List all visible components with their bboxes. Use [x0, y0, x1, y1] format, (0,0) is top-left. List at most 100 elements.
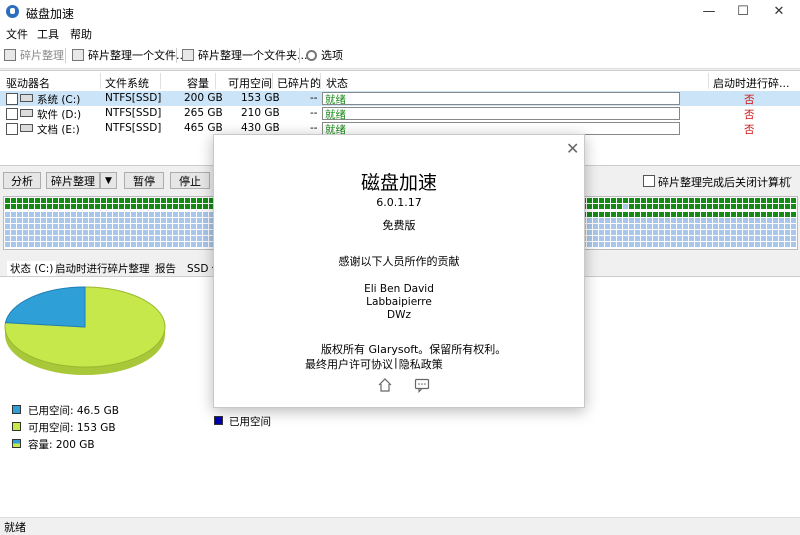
drive-row[interactable]: 系统 (C:) NTFS[SSD] 200 GB 153 GB -- 就绪 否 — [0, 91, 800, 106]
cluster-block — [53, 242, 58, 247]
cluster-block — [35, 198, 40, 203]
cluster-block — [191, 224, 196, 229]
cluster-block — [605, 212, 610, 217]
tab-status[interactable]: 状态 (C:) — [7, 261, 57, 276]
cluster-block — [149, 212, 154, 217]
cluster-block — [701, 198, 706, 203]
maximize-button[interactable]: ☐ — [728, 2, 758, 22]
defrag-dropdown-button[interactable]: ▼ — [100, 172, 117, 189]
cluster-block — [125, 242, 130, 247]
cluster-block — [185, 230, 190, 235]
col-status[interactable]: 状态 — [326, 75, 348, 91]
drive-checkbox[interactable] — [6, 123, 18, 135]
cluster-block — [41, 236, 46, 241]
home-icon[interactable] — [377, 377, 393, 393]
cluster-block — [197, 212, 202, 217]
cluster-block — [101, 218, 106, 223]
cluster-block — [71, 198, 76, 203]
tab-boot-defrag[interactable]: 启动时进行碎片整理 — [55, 261, 150, 276]
cluster-block — [149, 204, 154, 209]
drive-checkbox[interactable] — [6, 108, 18, 120]
toolbar-options-button[interactable]: 选项 — [306, 46, 343, 64]
cluster-block — [179, 218, 184, 223]
minimize-button[interactable]: — — [694, 2, 724, 22]
cluster-block — [101, 230, 106, 235]
cluster-block — [179, 230, 184, 235]
cluster-block — [593, 236, 598, 241]
cluster-block — [743, 224, 748, 229]
cluster-block — [11, 212, 16, 217]
menu-tools[interactable]: 工具 — [37, 26, 59, 42]
cluster-block — [179, 204, 184, 209]
cluster-block — [623, 242, 628, 247]
eula-link[interactable]: 最终用户许可协议 — [305, 356, 393, 372]
shutdown-checkbox[interactable] — [643, 175, 655, 187]
col-fragmented[interactable]: 已碎片的 — [277, 75, 321, 91]
cluster-block — [95, 204, 100, 209]
cluster-block — [641, 224, 646, 229]
cluster-block — [767, 236, 772, 241]
toolbar-defrag-button[interactable]: 碎片整理 — [4, 46, 64, 64]
tab-report[interactable]: 报告 — [155, 261, 176, 276]
analyze-button[interactable]: 分析 — [3, 172, 41, 189]
close-button[interactable]: ✕ — [764, 2, 794, 22]
cluster-block — [707, 212, 712, 217]
drive-row[interactable]: 软件 (D:) NTFS[SSD] 265 GB 210 GB -- 就绪 否 — [0, 106, 800, 121]
status-bar-text: 就绪 — [4, 521, 26, 534]
col-drive[interactable]: 驱动器名 — [6, 75, 50, 91]
col-filesystem[interactable]: 文件系统 — [105, 75, 149, 91]
stop-button[interactable]: 停止 — [170, 172, 210, 189]
drive-checkbox[interactable] — [6, 93, 18, 105]
cluster-block — [641, 218, 646, 223]
col-divider — [100, 73, 101, 89]
cluster-block — [65, 198, 70, 203]
col-boot-defrag[interactable]: 启动时进行碎... — [713, 75, 790, 91]
menu-file[interactable]: 文件 — [6, 26, 28, 42]
cluster-block — [59, 218, 64, 223]
cluster-block — [599, 224, 604, 229]
cluster-block — [785, 204, 790, 209]
col-free[interactable]: 可用空间 — [228, 75, 272, 91]
pause-button[interactable]: 暂停 — [124, 172, 164, 189]
cluster-block — [29, 230, 34, 235]
cluster-block — [119, 212, 124, 217]
cluster-block — [713, 224, 718, 229]
cluster-block — [731, 218, 736, 223]
feedback-icon[interactable] — [414, 378, 430, 393]
cluster-block — [617, 236, 622, 241]
menu-help[interactable]: 帮助 — [70, 26, 92, 42]
privacy-link[interactable]: 隐私政策 — [399, 356, 443, 372]
cluster-block — [143, 224, 148, 229]
defrag-button[interactable]: 碎片整理 — [46, 172, 100, 189]
chevron-down-icon[interactable]: ⌄ — [786, 172, 794, 182]
legend-capacity-swatch — [12, 439, 21, 448]
cluster-block — [11, 242, 16, 247]
cluster-block — [695, 230, 700, 235]
about-app-name: 磁盘加速 — [360, 172, 437, 194]
cluster-block — [191, 230, 196, 235]
cluster-block — [119, 224, 124, 229]
cluster-block — [137, 224, 142, 229]
cluster-block — [617, 198, 622, 203]
cluster-block — [599, 242, 604, 247]
toolbar-defrag-file-button[interactable]: 碎片整理一个文件... — [72, 46, 187, 64]
cluster-block — [749, 204, 754, 209]
cluster-block — [629, 236, 634, 241]
cluster-block — [683, 198, 688, 203]
cluster-block — [665, 212, 670, 217]
col-capacity[interactable]: 容量 — [187, 75, 209, 91]
cluster-block — [773, 242, 778, 247]
cluster-block — [107, 198, 112, 203]
toolbar-defrag-folder-button[interactable]: 碎片整理一个文件夹... — [182, 46, 308, 64]
cluster-block — [689, 204, 694, 209]
cluster-block — [617, 212, 622, 217]
cluster-block — [83, 204, 88, 209]
cluster-block — [785, 242, 790, 247]
cluster-block — [701, 242, 706, 247]
drive-fs: NTFS[SSD] — [105, 92, 162, 104]
toolbar-defrag-folder-label: 碎片整理一个文件夹... — [198, 49, 308, 62]
cluster-block — [101, 198, 106, 203]
about-close-button[interactable]: ✕ — [566, 139, 579, 158]
cluster-block — [689, 224, 694, 229]
cluster-block — [5, 198, 10, 203]
